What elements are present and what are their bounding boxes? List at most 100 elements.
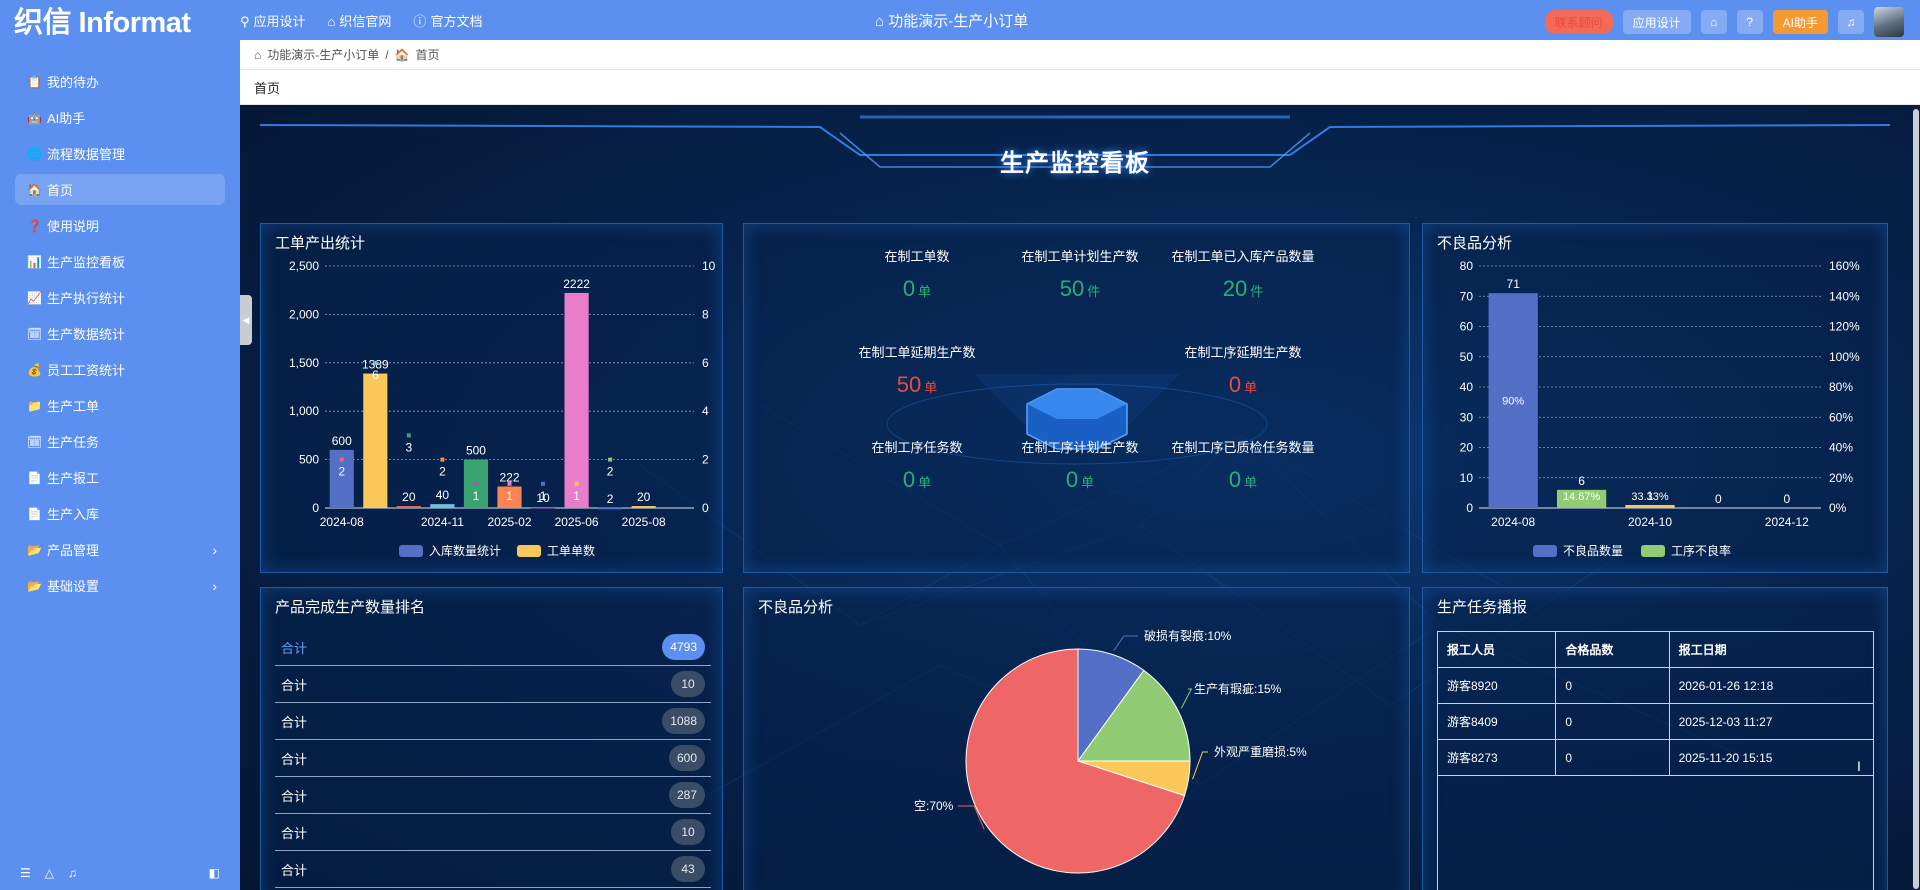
sidebar-item[interactable]: 📋 我的待办 bbox=[15, 66, 225, 97]
bell-icon[interactable]: ♫ bbox=[68, 866, 77, 880]
stat-label: 在制工单已入库产品数量 bbox=[1171, 249, 1315, 264]
point-value-label: 6 bbox=[372, 368, 379, 382]
menu-item-icon: 📂 bbox=[27, 542, 42, 557]
y2-tick-label: 6 bbox=[702, 356, 709, 370]
bar bbox=[430, 504, 455, 508]
menu-item-icon: 📊 bbox=[27, 254, 42, 269]
sidebar-item[interactable]: 🤖 AI助手 bbox=[15, 102, 225, 133]
ai-assistant-button[interactable]: AI助手 bbox=[1772, 10, 1828, 34]
table-cell: 0 bbox=[1555, 667, 1670, 704]
bar-value-label: 2222 bbox=[563, 277, 590, 291]
pie-leader-line bbox=[1113, 635, 1138, 651]
scrollbar[interactable] bbox=[1912, 105, 1920, 890]
warning-icon[interactable]: △ bbox=[45, 866, 54, 880]
list-item[interactable]: 合计 43 bbox=[275, 851, 711, 888]
contact-advisor-button[interactable]: 联系顾问 bbox=[1544, 10, 1613, 34]
stat-value: 20 件 bbox=[1143, 276, 1343, 302]
list-item[interactable]: 合计 4793 bbox=[275, 629, 711, 666]
bar bbox=[564, 292, 589, 508]
list-item[interactable]: 合计 10 bbox=[275, 666, 711, 703]
help-icon: ? bbox=[1746, 15, 1753, 29]
sidebar-item[interactable]: ❓ 使用说明 bbox=[15, 210, 225, 241]
top-link-docs[interactable]: ⓘ 官方文档 bbox=[413, 11, 482, 30]
stat-unit: 单 bbox=[1081, 475, 1095, 490]
breadcrumb-separator: / bbox=[385, 47, 389, 62]
bar bbox=[363, 373, 388, 508]
y2-tick-label: 60% bbox=[1829, 410, 1853, 424]
y2-tick-label: 0% bbox=[1829, 501, 1847, 515]
sidebar-item[interactable]: 🌐 流程数据管理 bbox=[15, 138, 225, 169]
y2-tick-label: 160% bbox=[1829, 259, 1860, 273]
panel-title: 产品完成生产数量排名 bbox=[275, 599, 426, 616]
app-title: ⌂ 功能演示-生产小订单 bbox=[875, 13, 1029, 30]
sidebar-item-label: 我的待办 bbox=[47, 75, 100, 90]
dashboard-title: 生产监控看板 bbox=[1000, 150, 1150, 177]
bar-percent-label: 33.33% bbox=[1631, 491, 1669, 503]
menu-item-icon: 🗓 bbox=[27, 326, 43, 341]
tab-bar: 首页 bbox=[240, 70, 1920, 105]
tab-home[interactable]: 首页 bbox=[254, 78, 280, 97]
rank-name: 合计 bbox=[281, 825, 308, 841]
top-link-app-design[interactable]: ⚲ 应用设计 bbox=[240, 11, 306, 30]
menu-item-icon: 📄 bbox=[27, 470, 42, 485]
notification-button[interactable]: ♫ bbox=[1838, 10, 1864, 34]
x-tick-label: 2024-11 bbox=[421, 515, 464, 529]
stat-label: 在制工序延期生产数 bbox=[1184, 345, 1302, 360]
point-value-label: 2 bbox=[439, 465, 446, 479]
app-design-button[interactable]: 应用设计 bbox=[1622, 10, 1691, 34]
scrollbar-thumb[interactable] bbox=[1913, 109, 1919, 889]
sidebar-item[interactable]: 📈 生产执行统计 bbox=[15, 282, 225, 313]
menu-item-icon: 📋 bbox=[27, 74, 42, 89]
stat-card: 在制工单已入库产品数量 20 件 bbox=[1143, 246, 1343, 302]
breadcrumb-app[interactable]: 功能演示-生产小订单 bbox=[267, 46, 379, 63]
rank-name: 合计 bbox=[281, 751, 308, 767]
list-item[interactable]: 合计 600 bbox=[275, 740, 711, 777]
sidebar-toggle-icon[interactable]: ◧ bbox=[209, 866, 220, 880]
sidebar-item[interactable]: 💰 员工工资统计 bbox=[15, 354, 225, 385]
help-button[interactable]: ? bbox=[1736, 10, 1763, 34]
line-point bbox=[406, 433, 411, 438]
y2-tick-label: 10 bbox=[702, 259, 716, 273]
table-row[interactable]: 游客8920 0 2026-01-26 12:18 bbox=[1436, 667, 1875, 704]
bar-value-label: 500 bbox=[466, 444, 486, 458]
home-button[interactable]: ⌂ bbox=[1700, 10, 1727, 34]
sidebar-item[interactable]: 📁 生产工单 bbox=[15, 390, 225, 421]
list-item[interactable]: 合计 1088 bbox=[275, 703, 711, 740]
legend-swatch bbox=[517, 545, 541, 557]
rank-count-badge: 600 bbox=[668, 745, 705, 771]
table-cell: 游客8920 bbox=[1436, 667, 1557, 704]
line-point bbox=[574, 481, 579, 486]
sidebar-item[interactable]: 🗓 生产数据统计 bbox=[15, 318, 225, 349]
sidebar-item[interactable]: 🗓 生产任务 bbox=[15, 426, 225, 457]
menu-item-icon: 🏠 bbox=[27, 182, 42, 197]
table-row[interactable]: 游客8409 0 2025-12-03 11:27 bbox=[1436, 703, 1875, 740]
home-icon: ⌂ bbox=[327, 13, 336, 29]
list-item[interactable]: 合计 10 bbox=[275, 814, 711, 851]
stat-unit: 单 bbox=[918, 284, 932, 299]
stat-card: 在制工序已质检任务数量 0 单 bbox=[1143, 437, 1343, 493]
sidebar-item[interactable]: 📂 产品管理 › bbox=[15, 534, 225, 565]
stat-value: 0单 bbox=[1143, 372, 1343, 398]
table-cell: 2025-12-03 11:27 bbox=[1668, 703, 1875, 740]
bell-icon: ♫ bbox=[1846, 15, 1856, 29]
sidebar-item[interactable]: 📄 生产报工 bbox=[15, 462, 225, 493]
top-link-website[interactable]: ⌂ 织信官网 bbox=[328, 11, 392, 30]
list-item[interactable]: 合计 287 bbox=[275, 777, 711, 814]
avatar[interactable] bbox=[1874, 7, 1904, 37]
sidebar-item[interactable]: 🏠 首页 bbox=[15, 174, 225, 205]
stat-unit: 件 bbox=[1087, 284, 1101, 299]
menu-icon[interactable]: ☰ bbox=[20, 866, 31, 880]
collapse-handle[interactable]: ◀ bbox=[240, 295, 252, 345]
sidebar-item[interactable]: 📊 生产监控看板 bbox=[15, 246, 225, 277]
stat-unit: 单 bbox=[1244, 475, 1258, 490]
sidebar-item[interactable]: 📄 生产入库 bbox=[15, 498, 225, 529]
y-tick-label: 60 bbox=[1460, 320, 1474, 334]
menu-item-icon: 🤖 bbox=[27, 110, 42, 125]
bar-value-label: 20 bbox=[402, 490, 416, 504]
app-logo[interactable]: 织信 Informat bbox=[0, 0, 240, 41]
sidebar-item[interactable]: 📂 基础设置 › bbox=[15, 570, 225, 601]
home-icon: ⌂ bbox=[1710, 15, 1718, 29]
text-cursor: I bbox=[1857, 758, 1861, 774]
menu-item-icon: 🌐 bbox=[27, 146, 42, 161]
legend-label: 不良品数量 bbox=[1563, 543, 1623, 558]
